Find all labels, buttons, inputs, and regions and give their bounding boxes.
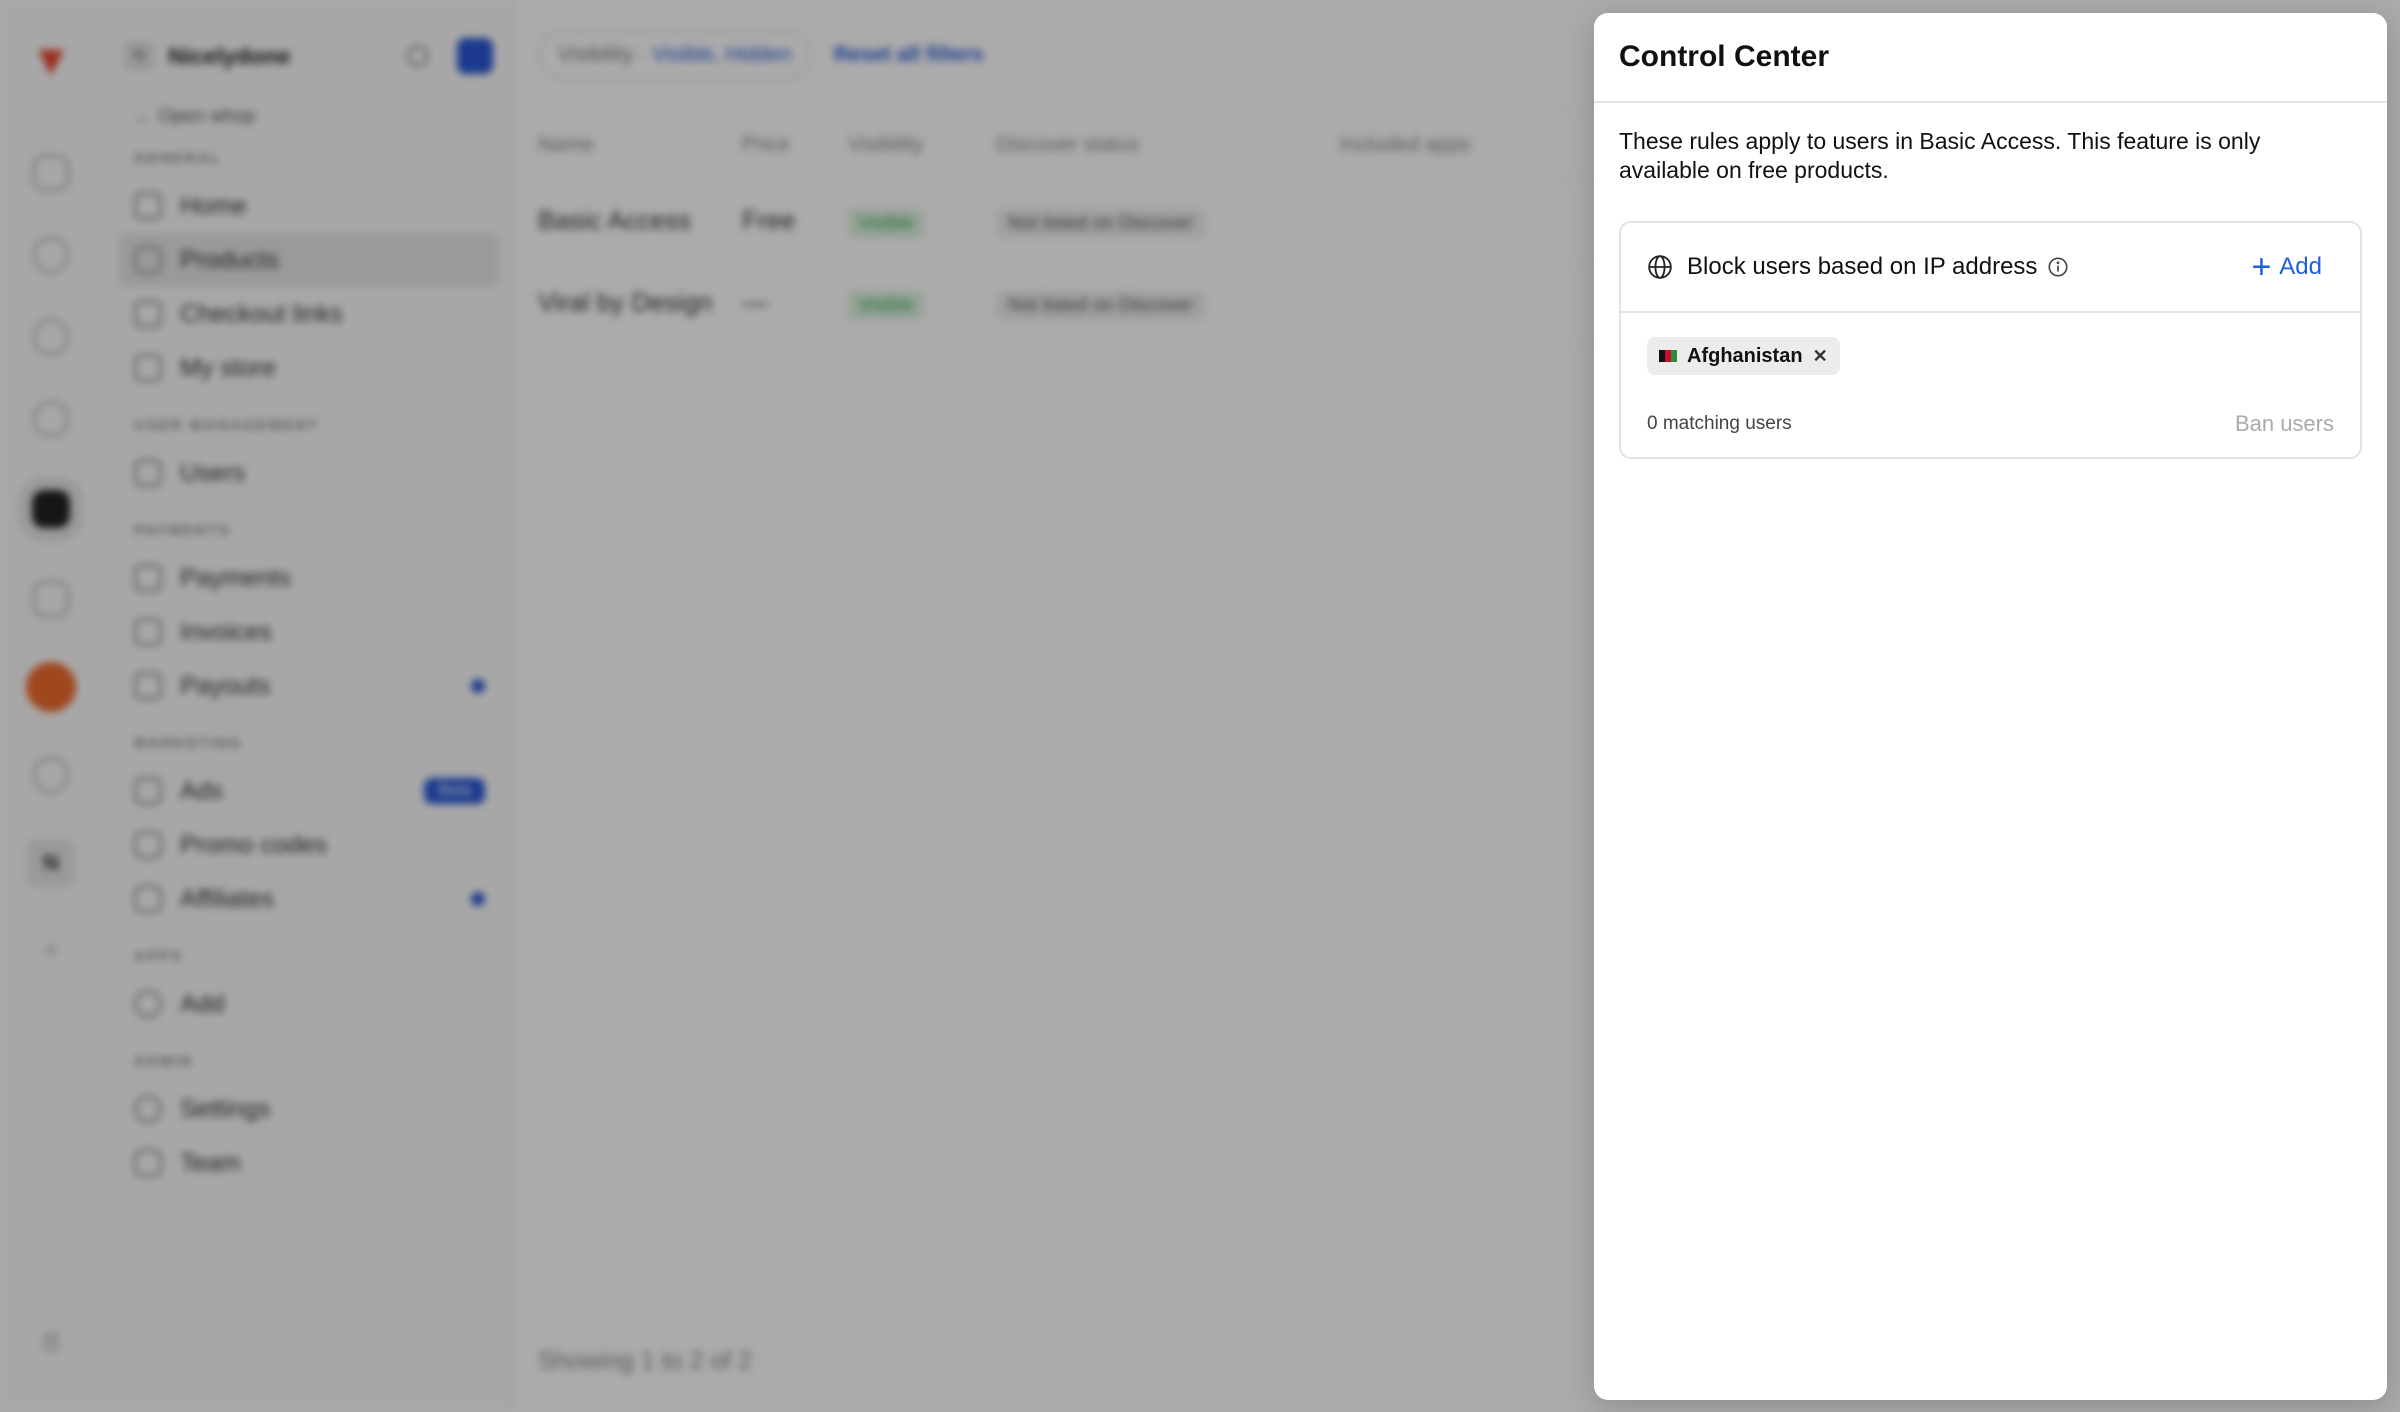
ban-users-button[interactable]: Ban users [2235,411,2334,437]
plus-icon: + [2251,248,2272,286]
ip-block-rule-card: Block users based on IP address + Add Af… [1619,221,2362,459]
country-tag-label: Afghanistan [1687,344,1803,367]
globe-icon [1648,255,1672,279]
control-center-panel: Control Center These rules apply to user… [1594,13,2387,1400]
add-rule-label: Add [2279,253,2322,280]
panel-title: Control Center [1619,40,1829,73]
afghanistan-flag-icon [1659,350,1677,362]
panel-header: Control Center [1594,13,2387,103]
rule-body: Afghanistan ✕ 0 matching users Ban users [1621,313,2360,457]
matching-users-count: 0 matching users [1647,413,1792,434]
rule-title: Block users based on IP address [1687,253,2038,280]
panel-body: These rules apply to users in Basic Acce… [1594,103,2387,483]
add-rule-button[interactable]: + Add [2251,248,2322,286]
rule-footer: 0 matching users Ban users [1647,411,2334,437]
info-icon[interactable] [2047,256,2069,278]
country-tag: Afghanistan ✕ [1647,337,1840,375]
rule-header: Block users based on IP address + Add [1621,223,2360,313]
panel-description: These rules apply to users in Basic Acce… [1619,128,2261,183]
remove-tag-icon[interactable]: ✕ [1813,346,1828,367]
